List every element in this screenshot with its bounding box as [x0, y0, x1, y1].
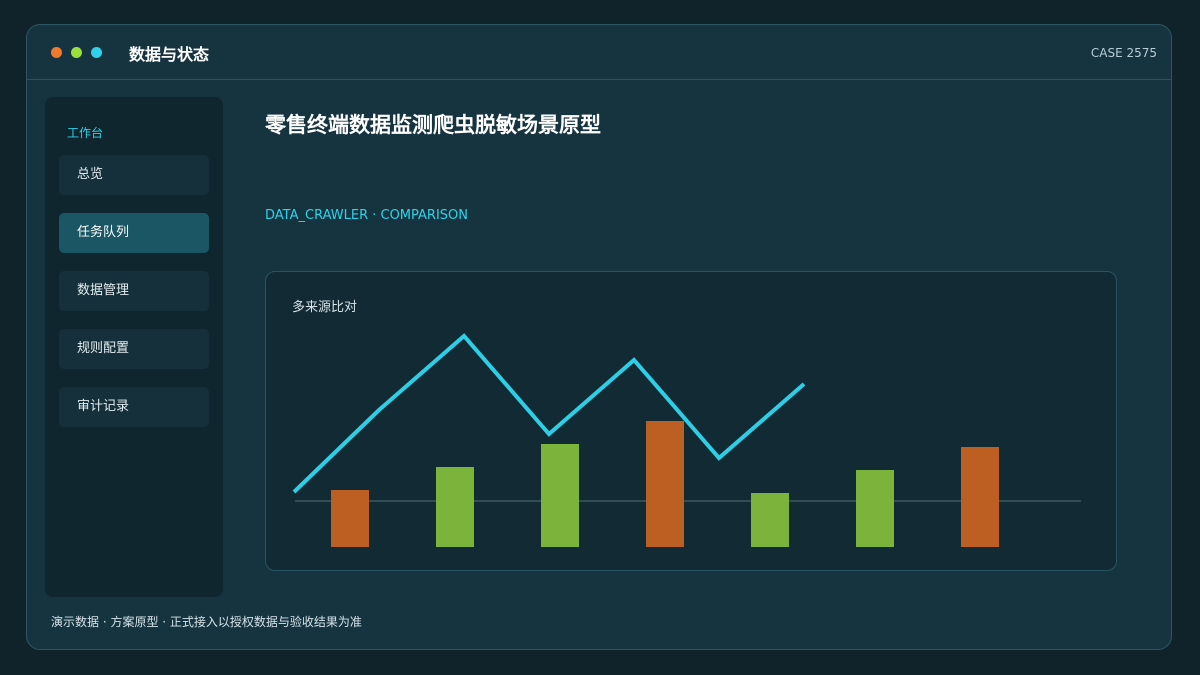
page-subtitle: DATA_CRAWLER · COMPARISON	[265, 208, 468, 223]
sidebar-item-rule-config[interactable]: 规则配置	[59, 329, 209, 369]
sidebar-item-label: 任务队列	[77, 225, 130, 240]
chart-bar	[961, 447, 999, 547]
comparison-chart	[292, 333, 1081, 547]
chart-bar	[331, 490, 369, 547]
minimize-window-dot-icon[interactable]	[71, 47, 82, 58]
sidebar-item-overview[interactable]: 总览	[59, 155, 209, 195]
sidebar-heading: 工作台	[67, 126, 104, 140]
app-window: 数据与状态 CASE 2575 工作台 总览 任务队列 数据管理 规则配置 审计…	[26, 24, 1172, 650]
window-title: 数据与状态	[129, 45, 210, 64]
sidebar: 工作台 总览 任务队列 数据管理 规则配置 审计记录	[45, 97, 223, 597]
chart-bar	[646, 421, 684, 547]
footer-note: 演示数据 · 方案原型 · 正式接入以授权数据与验收结果为准	[51, 615, 362, 629]
sidebar-item-task-queue[interactable]: 任务队列	[59, 213, 209, 253]
case-id-label: CASE 2575	[1090, 46, 1157, 60]
sidebar-item-label: 审计记录	[77, 399, 130, 414]
close-window-dot-icon[interactable]	[51, 47, 62, 58]
chart-bar	[436, 467, 474, 547]
maximize-window-dot-icon[interactable]	[91, 47, 102, 58]
chart-bar	[856, 470, 894, 547]
sidebar-item-audit-log[interactable]: 审计记录	[59, 387, 209, 427]
chart-bar	[541, 444, 579, 547]
sidebar-item-data-management[interactable]: 数据管理	[59, 271, 209, 311]
sidebar-item-label: 数据管理	[77, 283, 130, 298]
sidebar-item-label: 总览	[77, 167, 104, 182]
chart-bar	[751, 493, 789, 547]
chart-card: 多来源比对	[265, 271, 1117, 571]
page-title: 零售终端数据监测爬虫脱敏场景原型	[265, 113, 601, 137]
title-bar: 数据与状态 CASE 2575	[27, 25, 1171, 80]
sidebar-item-label: 规则配置	[77, 341, 130, 356]
